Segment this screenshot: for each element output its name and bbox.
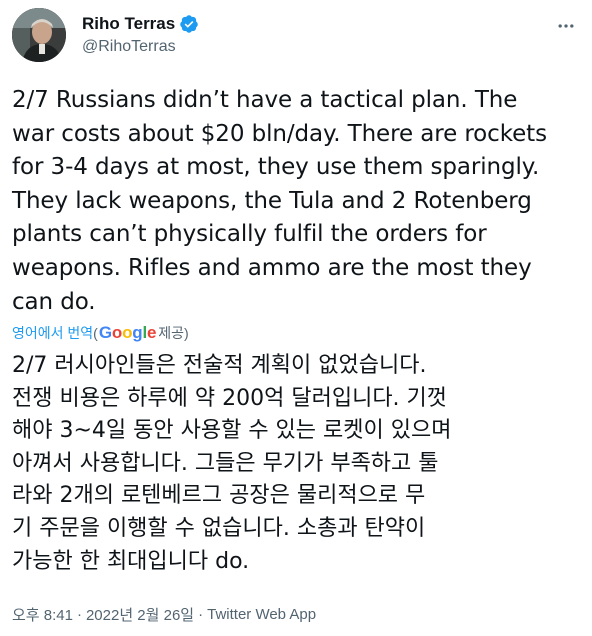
separator-dot: · [198,606,204,623]
tweet-header: Riho Terras @RihoTerras [12,8,580,64]
tweet-date[interactable]: 2022년 2월 26일 [86,604,194,625]
google-logo: Google [98,323,157,342]
user-names: Riho Terras @RihoTerras [82,12,199,56]
tweet: Riho Terras @RihoTerras 2/7 Russians did… [0,0,592,636]
translated-tweet-text: 2/7 러시아인들은 전술적 계획이 없었습니다. 전쟁 비용은 하루에 약 2… [12,353,452,574]
translate-from-english-link[interactable]: 영어에서 번역 [12,323,93,343]
separator-dot: · [76,606,82,623]
more-options-icon[interactable] [552,12,580,40]
attribution-open-paren: ( [93,325,98,341]
translation-attribution: 영어에서 번역 ( Google 제공) [12,320,189,346]
attribution-provided-label: 제공) [158,325,189,341]
display-name[interactable]: Riho Terras [82,14,175,34]
avatar[interactable] [12,8,66,62]
tweet-time[interactable]: 오후 8:41 [12,604,73,625]
user-handle[interactable]: @RihoTerras [82,38,199,56]
display-name-row: Riho Terras [82,12,199,36]
tweet-metadata: 오후 8:41 · 2022년 2월 26일 · Twitter Web App [12,604,316,625]
verified-badge-icon [179,14,199,34]
tweet-source[interactable]: Twitter Web App [207,606,316,623]
tweet-text: 2/7 Russians didn’t have a tactical plan… [12,87,547,315]
